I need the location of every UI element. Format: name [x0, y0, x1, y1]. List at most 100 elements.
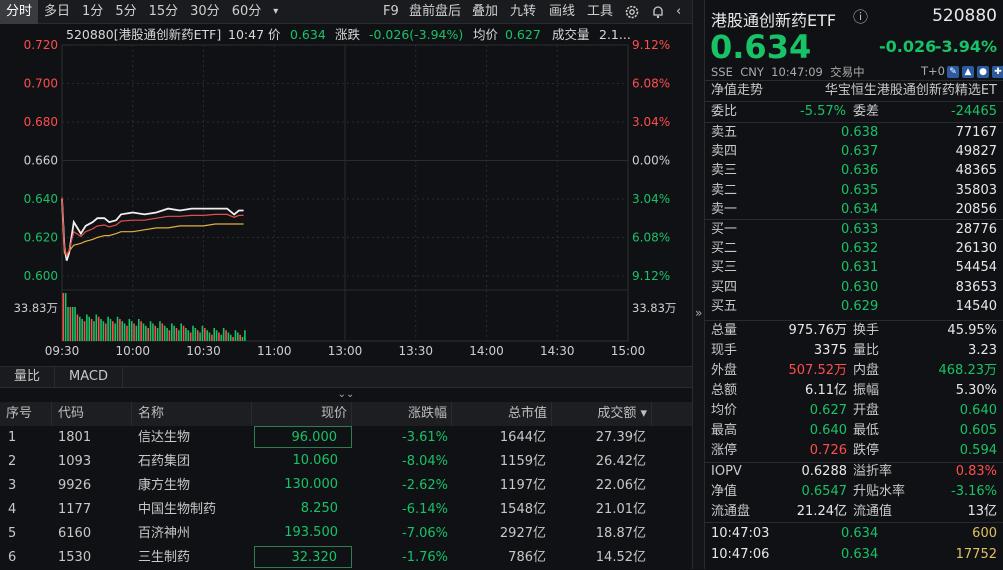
volume-bar [211, 335, 213, 341]
volume-bar [206, 330, 208, 341]
level-label: 卖三 [711, 161, 737, 181]
intraday-chart[interactable]: 0.7209.12%0.7006.08%0.6803.04%0.6600.00%… [0, 25, 692, 365]
tools-button[interactable]: 工具 [587, 0, 613, 24]
price-tick: 0.620 [24, 231, 58, 245]
tab-30min[interactable]: 30分 [184, 0, 226, 24]
col-change[interactable]: 涨跌幅 [352, 402, 452, 426]
tab-15min[interactable]: 15分 [143, 0, 185, 24]
tab-multiday[interactable]: 多日 [38, 0, 76, 24]
asks-level[interactable]: 卖一 0.634 20856 [705, 200, 1003, 220]
row-index: 2 [8, 450, 16, 474]
alert-icon[interactable]: ▲ [962, 66, 974, 78]
volume-bar [218, 333, 220, 342]
tab-volume-ratio[interactable]: 量比 [0, 367, 55, 387]
volume-bar [183, 326, 185, 341]
volume-bar [126, 326, 128, 341]
volume-bar [81, 319, 83, 341]
row-change: -1.76% [352, 546, 448, 570]
stats-row: 现手 3375 量比 3.23 [705, 341, 1003, 361]
nine-turn-button[interactable]: 九转 [510, 0, 536, 24]
volume-bar [114, 324, 116, 342]
col-turnover[interactable]: 成交额 ▾ [552, 402, 652, 426]
stat-label: 溢折率 [853, 462, 892, 482]
tab-1min[interactable]: 1分 [76, 0, 109, 24]
bids-level[interactable]: 买二 0.632 26130 [705, 239, 1003, 259]
price-tick: 0.660 [24, 154, 58, 168]
col-index[interactable]: 序号 [0, 402, 52, 426]
chevron-left-icon[interactable]: ‹ [676, 0, 681, 24]
tab-60min[interactable]: 60分 [226, 0, 268, 24]
more-periods-dropdown[interactable]: ▾ [267, 0, 284, 24]
stat-label: 最高 [711, 421, 737, 441]
row-name: 百济神州 [138, 522, 190, 546]
stat-value: 507.52万 [789, 361, 848, 381]
chart-time: 10:47 [228, 27, 264, 42]
volume-bar [119, 319, 121, 341]
bell-icon[interactable] [650, 0, 666, 24]
bids-level[interactable]: 买四 0.630 83653 [705, 278, 1003, 298]
tick-volume: 17752 [956, 545, 997, 565]
volume-bar [124, 324, 126, 342]
notify-icon[interactable]: ● [977, 66, 989, 78]
tab-5min[interactable]: 5分 [109, 0, 142, 24]
row-market-cap: 1644亿 [452, 426, 546, 450]
tick-price: 0.634 [841, 545, 878, 565]
col-code[interactable]: 代码 [52, 402, 132, 426]
f9-button[interactable]: F9 [383, 0, 399, 24]
volume-bar [138, 319, 140, 341]
stat-value: 0.640 [960, 401, 997, 421]
level-volume: 54454 [956, 258, 997, 278]
stat-label: 内盘 [853, 361, 879, 381]
table-row[interactable]: 5 6160 百济神州 193.500 -7.06% 2927亿 18.87亿 [0, 522, 692, 546]
tick-price: 0.634 [841, 524, 878, 544]
stat-value: 0.594 [960, 441, 997, 461]
stat-label: 换手 [853, 321, 879, 341]
level-label: 买四 [711, 278, 737, 298]
volume-bar [232, 337, 234, 341]
volume-bar [96, 315, 98, 342]
col-market-cap[interactable]: 总市值 [452, 402, 552, 426]
stat-value: 0.605 [960, 421, 997, 441]
tab-macd[interactable]: MACD [55, 367, 123, 387]
t0-badge: T+0 [921, 64, 945, 78]
collapse-handle[interactable]: ⌄⌄ [0, 389, 692, 401]
col-name[interactable]: 名称 [132, 402, 252, 426]
asks-level[interactable]: 卖五 0.638 77167 [705, 123, 1003, 143]
gear-icon[interactable] [624, 0, 640, 24]
stat-value: 5.30% [956, 381, 997, 401]
volume-bar [133, 324, 135, 342]
asks-level[interactable]: 卖三 0.636 48365 [705, 161, 1003, 181]
row-change: -7.06% [352, 522, 448, 546]
table-row[interactable]: 3 9926 康方生物 130.000 -2.62% 1197亿 22.06亿 [0, 474, 692, 498]
pin-icon[interactable]: ✚ [992, 66, 1003, 78]
bids-level[interactable]: 买一 0.633 28776 [705, 220, 1003, 240]
table-row[interactable]: 6 1530 三生制药 32.320 -1.76% 786亿 14.52亿 [0, 546, 692, 570]
overlay-button[interactable]: 叠加 [472, 0, 498, 24]
panel-divider[interactable]: » [692, 0, 705, 569]
volume-bar [230, 335, 232, 341]
info-icon[interactable]: ⓘ [853, 6, 868, 27]
col-price[interactable]: 现价 [252, 402, 352, 426]
table-row[interactable]: 4 1177 中国生物制药 8.250 -6.14% 1548亿 21.01亿 [0, 498, 692, 522]
index-name: 华宝恒生港股通创新药精选ET [825, 81, 997, 101]
expand-arrow-icon[interactable]: » [695, 306, 702, 320]
row-price: 8.250 [254, 498, 352, 520]
row-name: 中国生物制药 [138, 498, 216, 522]
draw-line-button[interactable]: 画线 [549, 0, 575, 24]
bids-level[interactable]: 买三 0.631 54454 [705, 258, 1003, 278]
asks-level[interactable]: 卖二 0.635 35803 [705, 181, 1003, 201]
edit-icon[interactable]: ✎ [947, 66, 959, 78]
table-row[interactable]: 2 1093 石药集团 10.060 -8.04% 1159亿 26.42亿 [0, 450, 692, 474]
premarket-button[interactable]: 盘前盘后 [409, 0, 461, 24]
stat-value: 21.24亿 [797, 502, 847, 522]
stat-label: 升贴水率 [853, 482, 905, 502]
nav-trend-row[interactable]: 净值走势 华宝恒生港股通创新药精选ET [705, 81, 1003, 101]
row-code: 1093 [58, 450, 91, 474]
level-label: 买三 [711, 258, 737, 278]
bids-level[interactable]: 买五 0.629 14540 [705, 297, 1003, 317]
table-row[interactable]: 1 1801 信达生物 96.000 -3.61% 1644亿 27.39亿 [0, 426, 692, 450]
time-tick: 10:00 [115, 344, 150, 358]
volume-bar [117, 317, 119, 341]
tab-fenshi[interactable]: 分时 [0, 0, 38, 24]
asks-level[interactable]: 卖四 0.637 49827 [705, 142, 1003, 162]
